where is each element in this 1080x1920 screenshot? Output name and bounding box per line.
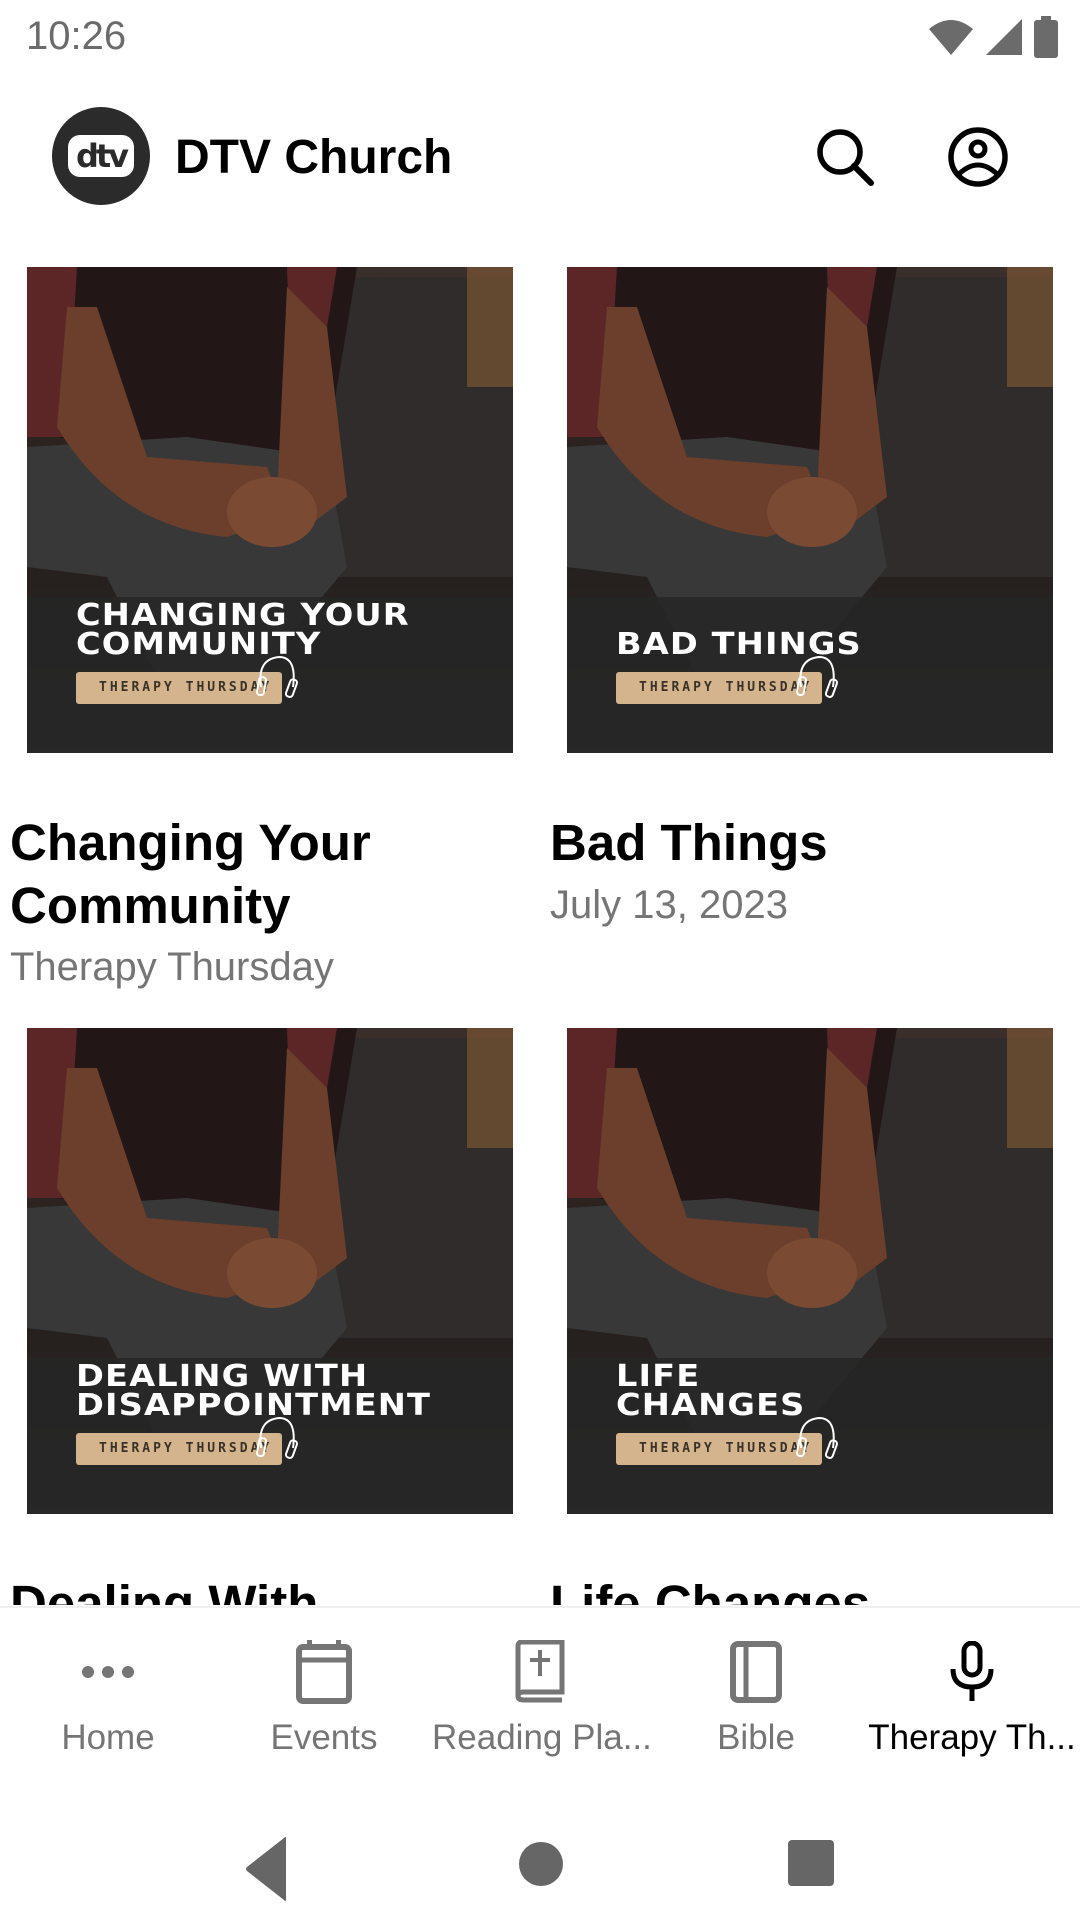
nav-item-events[interactable]: Events bbox=[216, 1608, 432, 1782]
nav-item-home[interactable]: Home bbox=[0, 1608, 216, 1782]
episode-card[interactable]: LIFE CHANGES THERAPY THURSDAY Life Chang… bbox=[540, 1028, 1080, 1605]
account-circle-icon bbox=[948, 127, 1008, 187]
badge-label: THERAPY THURSDAY bbox=[99, 1441, 273, 1456]
profile-button[interactable] bbox=[943, 122, 1013, 192]
overlay-line: DEALING WITH bbox=[76, 1359, 369, 1394]
home-icon[interactable] bbox=[518, 1841, 564, 1887]
bible-book-icon bbox=[508, 1640, 572, 1704]
badge-label: THERAPY THURSDAY bbox=[639, 680, 813, 695]
overlay-line: LIFE bbox=[616, 1359, 701, 1394]
cell-signal-icon bbox=[986, 19, 1022, 55]
title-line: Bad Things bbox=[550, 814, 828, 871]
episode-grid[interactable]: CHANGING YOUR COMMUNITY THERAPY THURSDAY… bbox=[0, 267, 1080, 1605]
book-icon bbox=[724, 1640, 788, 1704]
overlay-line: DISAPPOINTMENT bbox=[76, 1388, 432, 1423]
dtv-logo-icon: dtv bbox=[68, 135, 134, 177]
status-time: 10:26 bbox=[26, 14, 127, 58]
episode-thumbnail[interactable]: DEALING WITH DISAPPOINTMENT THERAPY THUR… bbox=[27, 1028, 513, 1514]
overlay-line: CHANGING YOUR bbox=[76, 598, 410, 633]
nav-item-therapy-thursday[interactable]: Therapy Th... bbox=[864, 1608, 1080, 1782]
search-button[interactable] bbox=[810, 122, 880, 192]
headphones-icon bbox=[795, 1416, 838, 1459]
overlay-line: COMMUNITY bbox=[76, 627, 322, 662]
bottom-navigation: Home Events Reading Pla... Bible Therapy… bbox=[0, 1606, 1080, 1780]
title-line: Changing Your bbox=[10, 814, 371, 871]
church-logo[interactable]: dtv bbox=[52, 107, 150, 205]
overlay-line: CHANGES bbox=[616, 1388, 806, 1423]
headphones-icon bbox=[255, 1416, 298, 1459]
series-badge: THERAPY THURSDAY bbox=[76, 1433, 282, 1465]
back-icon[interactable] bbox=[244, 1836, 290, 1902]
nav-label: Therapy Th... bbox=[868, 1718, 1076, 1757]
episode-thumbnail[interactable]: LIFE CHANGES THERAPY THURSDAY bbox=[567, 1028, 1053, 1514]
status-bar: 10:26 bbox=[0, 0, 1080, 76]
wifi-icon bbox=[929, 20, 973, 55]
microphone-icon bbox=[940, 1640, 1004, 1704]
more-horiz-icon bbox=[76, 1640, 140, 1704]
nav-label: Bible bbox=[717, 1718, 795, 1757]
nav-label: Events bbox=[270, 1718, 378, 1757]
episode-overlay-title: LIFE CHANGES bbox=[616, 1359, 806, 1423]
episode-title[interactable]: Dealing With bbox=[10, 1572, 510, 1605]
search-icon bbox=[817, 129, 874, 186]
episode-date: July 13, 2023 bbox=[550, 883, 788, 927]
system-navigation-bar bbox=[0, 1780, 1080, 1920]
series-badge: THERAPY THURSDAY bbox=[76, 672, 282, 704]
episode-overlay-title: DEALING WITH DISAPPOINTMENT bbox=[76, 1359, 432, 1423]
battery-icon bbox=[1034, 16, 1058, 58]
series-badge: THERAPY THURSDAY bbox=[616, 672, 822, 704]
recents-icon[interactable] bbox=[788, 1840, 834, 1886]
episode-card[interactable]: DEALING WITH DISAPPOINTMENT THERAPY THUR… bbox=[0, 1028, 540, 1605]
nav-label: Home bbox=[61, 1718, 155, 1757]
badge-label: THERAPY THURSDAY bbox=[99, 680, 273, 695]
episode-subtitle: Therapy Thursday bbox=[10, 945, 334, 989]
headphones-icon bbox=[255, 655, 298, 698]
app-bar: dtv DTV Church bbox=[0, 96, 1080, 218]
nav-item-reading-plans[interactable]: Reading Pla... bbox=[432, 1608, 652, 1782]
badge-label: THERAPY THURSDAY bbox=[639, 1441, 813, 1456]
episode-overlay-title: CHANGING YOUR COMMUNITY bbox=[76, 598, 410, 662]
headphones-icon bbox=[795, 655, 838, 698]
episode-title[interactable]: Life Changes bbox=[550, 1572, 1050, 1605]
series-badge: THERAPY THURSDAY bbox=[616, 1433, 822, 1465]
title-line: Life Changes bbox=[550, 1575, 871, 1605]
title-line: Community bbox=[10, 877, 291, 934]
episode-thumbnail[interactable]: BAD THINGS THERAPY THURSDAY bbox=[567, 267, 1053, 753]
episode-thumbnail[interactable]: CHANGING YOUR COMMUNITY THERAPY THURSDAY bbox=[27, 267, 513, 753]
title-line: Dealing With bbox=[10, 1575, 319, 1605]
svg-text:dtv: dtv bbox=[76, 137, 129, 175]
episode-title[interactable]: Bad Things bbox=[550, 811, 1050, 874]
calendar-icon bbox=[292, 1640, 356, 1704]
nav-label: Reading Pla... bbox=[432, 1718, 652, 1757]
status-icons bbox=[928, 16, 1058, 58]
app-title: DTV Church bbox=[175, 131, 453, 184]
episode-card[interactable]: CHANGING YOUR COMMUNITY THERAPY THURSDAY… bbox=[0, 267, 540, 1027]
nav-item-bible[interactable]: Bible bbox=[648, 1608, 864, 1782]
episode-title[interactable]: Changing Your Community bbox=[10, 811, 510, 937]
episode-card[interactable]: BAD THINGS THERAPY THURSDAY Bad Things J… bbox=[540, 267, 1080, 1027]
